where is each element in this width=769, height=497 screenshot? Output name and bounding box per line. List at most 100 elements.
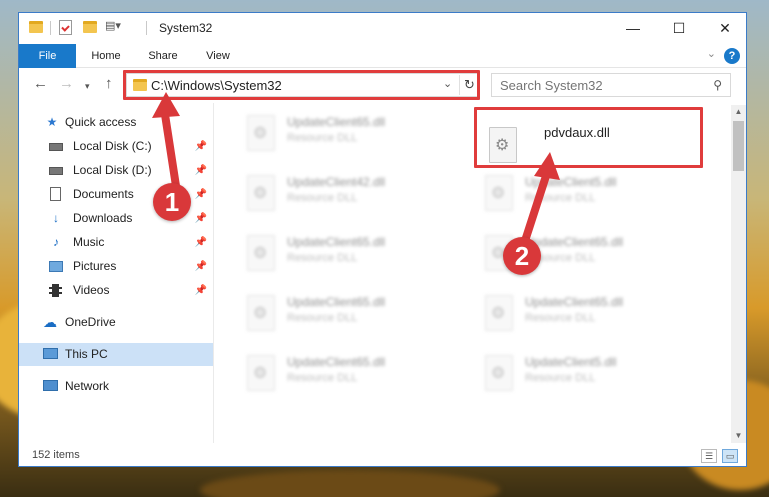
up-arrow-icon[interactable]: ↑ bbox=[105, 75, 113, 93]
forward-arrow-icon[interactable]: → bbox=[59, 75, 74, 93]
title-bar: ▤▾ System32 — ☐ ✕ bbox=[19, 13, 746, 44]
pin-icon: 📌 bbox=[194, 165, 207, 176]
dll-file-icon: ⚙ bbox=[247, 355, 275, 391]
file-name: UpdateClient65.dll bbox=[525, 235, 624, 249]
sidebar-item-label: Videos bbox=[73, 283, 110, 297]
vertical-scrollbar[interactable]: ▲ ▼ bbox=[731, 105, 746, 443]
tab-home[interactable]: Home bbox=[81, 44, 131, 68]
downloads-icon: ↓ bbox=[53, 211, 59, 225]
help-icon[interactable]: ? bbox=[724, 48, 740, 64]
background-foliage bbox=[200, 470, 500, 497]
scroll-down-icon[interactable]: ▼ bbox=[731, 429, 746, 443]
sidebar-item-label: Pictures bbox=[73, 259, 117, 273]
ribbon-tabs: File Home Share View ⌄ ? bbox=[19, 44, 746, 68]
sidebar-item-label: Music bbox=[73, 235, 105, 249]
pin-icon: 📌 bbox=[194, 285, 207, 296]
step-badge-2: 2 bbox=[503, 237, 541, 275]
pin-icon: 📌 bbox=[194, 141, 207, 152]
file-name: UpdateClient5.dll bbox=[525, 175, 617, 189]
chevron-down-icon[interactable]: ⌄ bbox=[707, 47, 716, 60]
file-name: UpdateClient65.dll bbox=[287, 295, 386, 309]
dll-file-icon: ⚙ bbox=[247, 115, 275, 151]
file-item[interactable]: ⚙ UpdateClient65.dll Resource DLL bbox=[473, 287, 701, 339]
sidebar-item-music[interactable]: ♪ Music 📌 bbox=[19, 231, 213, 254]
dll-file-icon: ⚙ bbox=[485, 175, 513, 211]
tab-view[interactable]: View bbox=[197, 44, 239, 68]
minimize-button[interactable]: — bbox=[610, 13, 656, 43]
gear-icon: ⚙ bbox=[253, 245, 268, 262]
file-type: Resource DLL bbox=[287, 312, 358, 324]
gear-icon: ⚙ bbox=[491, 185, 506, 202]
music-icon: ♪ bbox=[53, 235, 59, 249]
computer-icon bbox=[43, 348, 58, 359]
sidebar-item-label: Local Disk (C:) bbox=[73, 139, 152, 153]
new-folder-icon[interactable] bbox=[83, 21, 97, 33]
dll-file-icon: ⚙ bbox=[247, 295, 275, 331]
sidebar-item-local-disk-c[interactable]: Local Disk (C:) 📌 bbox=[19, 135, 213, 158]
sidebar-item-this-pc[interactable]: This PC bbox=[19, 343, 213, 366]
toolbar-divider bbox=[50, 21, 51, 35]
sidebar-item-label: Local Disk (D:) bbox=[73, 163, 152, 177]
tab-share[interactable]: Share bbox=[139, 44, 187, 68]
step-badge-1: 1 bbox=[153, 183, 191, 221]
file-type: Resource DLL bbox=[525, 372, 596, 384]
scroll-up-icon[interactable]: ▲ bbox=[731, 105, 746, 119]
file-item[interactable]: ⚙ UpdateClient65.dll Resource DLL bbox=[235, 347, 463, 399]
star-icon: ★ bbox=[46, 115, 58, 129]
gear-icon: ⚙ bbox=[491, 305, 506, 322]
search-icon: ⚲ bbox=[713, 78, 722, 92]
videos-icon bbox=[49, 284, 62, 297]
file-name: UpdateClient5.dll bbox=[525, 355, 617, 369]
window-title: System32 bbox=[159, 21, 213, 35]
file-highlight bbox=[474, 107, 703, 168]
close-button[interactable]: ✕ bbox=[702, 13, 746, 43]
file-name: UpdateClient65.dll bbox=[287, 355, 386, 369]
scrollbar-thumb[interactable] bbox=[733, 121, 744, 171]
sidebar-item-label: This PC bbox=[65, 347, 108, 361]
gear-icon: ⚙ bbox=[253, 365, 268, 382]
item-count: 152 items bbox=[32, 449, 80, 461]
sidebar-item-onedrive[interactable]: ☁ OneDrive bbox=[19, 311, 213, 334]
maximize-button[interactable]: ☐ bbox=[656, 13, 702, 43]
pin-icon: 📌 bbox=[194, 189, 207, 200]
back-arrow-icon[interactable]: ← bbox=[33, 75, 48, 93]
file-name: UpdateClient65.dll bbox=[287, 235, 386, 249]
drive-icon bbox=[49, 143, 63, 151]
file-type: Resource DLL bbox=[287, 252, 358, 264]
file-item[interactable]: ⚙ UpdateClient65.dll Resource DLL bbox=[235, 107, 463, 159]
file-item[interactable]: ⚙ UpdateClient42.dll Resource DLL bbox=[235, 167, 463, 219]
file-item[interactable]: ⚙ UpdateClient65.dll Resource DLL bbox=[235, 227, 463, 279]
sidebar-item-network[interactable]: Network bbox=[19, 375, 213, 398]
gear-icon: ⚙ bbox=[253, 185, 268, 202]
properties-icon[interactable] bbox=[59, 20, 72, 35]
large-icons-view-icon[interactable]: ▭ bbox=[722, 449, 738, 463]
sidebar-item-label: OneDrive bbox=[65, 315, 116, 329]
file-item[interactable]: ⚙ UpdateClient5.dll Resource DLL bbox=[473, 347, 701, 399]
details-view-icon[interactable]: ☰ bbox=[701, 449, 717, 463]
toolbar-divider bbox=[146, 21, 147, 35]
sidebar-item-quick-access[interactable]: ★ Quick access bbox=[19, 111, 213, 134]
sidebar-item-local-disk-d[interactable]: Local Disk (D:) 📌 bbox=[19, 159, 213, 182]
pane-divider bbox=[213, 103, 214, 443]
file-type: Resource DLL bbox=[287, 132, 358, 144]
sidebar-item-label: Network bbox=[65, 379, 110, 393]
file-item[interactable]: ⚙ UpdateClient65.dll Resource DLL bbox=[235, 287, 463, 339]
customize-toolbar-icon[interactable]: ▤▾ bbox=[105, 19, 121, 35]
recent-locations-icon[interactable]: ▾ bbox=[85, 77, 90, 95]
file-type: Resource DLL bbox=[287, 192, 358, 204]
file-item[interactable]: ⚙ UpdateClient5.dll Resource DLL bbox=[473, 167, 701, 219]
navigation-pane: ★ Quick access Local Disk (C:) 📌 Local D… bbox=[19, 109, 213, 443]
sidebar-item-pictures[interactable]: Pictures 📌 bbox=[19, 255, 213, 278]
file-type: Resource DLL bbox=[525, 192, 596, 204]
sidebar-item-videos[interactable]: Videos 📌 bbox=[19, 279, 213, 302]
sidebar-item-label: Quick access bbox=[65, 115, 137, 129]
dll-file-icon: ⚙ bbox=[485, 295, 513, 331]
tab-file[interactable]: File bbox=[19, 44, 76, 68]
file-type: Resource DLL bbox=[525, 312, 596, 324]
folder-icon bbox=[29, 21, 43, 33]
search-input[interactable] bbox=[500, 75, 700, 95]
gear-icon: ⚙ bbox=[491, 365, 506, 382]
cloud-icon: ☁ bbox=[43, 314, 57, 330]
search-box[interactable]: ⚲ bbox=[491, 73, 731, 97]
dll-file-icon: ⚙ bbox=[247, 175, 275, 211]
